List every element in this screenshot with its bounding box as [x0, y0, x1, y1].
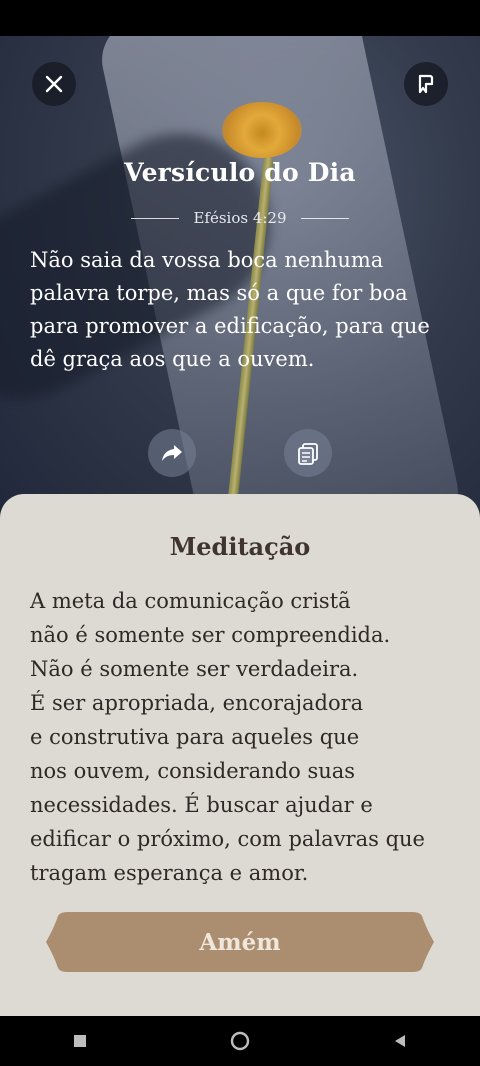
bookmark-icon [418, 74, 434, 94]
nav-home-button[interactable] [210, 1021, 270, 1061]
verse-title: Versículo do Dia [124, 158, 356, 187]
verse-reference: Efésios 4:29 [193, 209, 287, 227]
meditation-text: A meta da comunicação cristã não é somen… [30, 589, 425, 885]
copy-button[interactable] [284, 429, 332, 477]
bookmark-button[interactable] [404, 62, 448, 106]
amen-label: Amém [199, 928, 281, 956]
meditation-sheet: Meditação A meta da comunicação cristã n… [0, 494, 480, 1016]
nav-back-button[interactable] [370, 1021, 430, 1061]
home-icon [230, 1031, 250, 1051]
verse-text: Não saia da vossa boca nenhuma palavra t… [30, 248, 430, 371]
status-bar [0, 0, 480, 36]
nav-recents-button[interactable] [50, 1021, 110, 1061]
copy-icon [298, 443, 318, 465]
back-icon [395, 1035, 405, 1047]
divider-left [131, 217, 180, 219]
amen-button[interactable]: Amém [44, 910, 436, 974]
system-navigation-bar [0, 1016, 480, 1066]
divider-right [300, 217, 349, 219]
verse-reference-row: Efésios 4:29 [0, 206, 480, 230]
close-button[interactable] [32, 62, 76, 106]
share-button[interactable] [148, 429, 196, 477]
share-icon [162, 445, 182, 461]
flower-image [222, 102, 302, 158]
close-icon [45, 75, 63, 93]
recents-icon [74, 1035, 86, 1047]
meditation-title: Meditação [169, 532, 311, 561]
